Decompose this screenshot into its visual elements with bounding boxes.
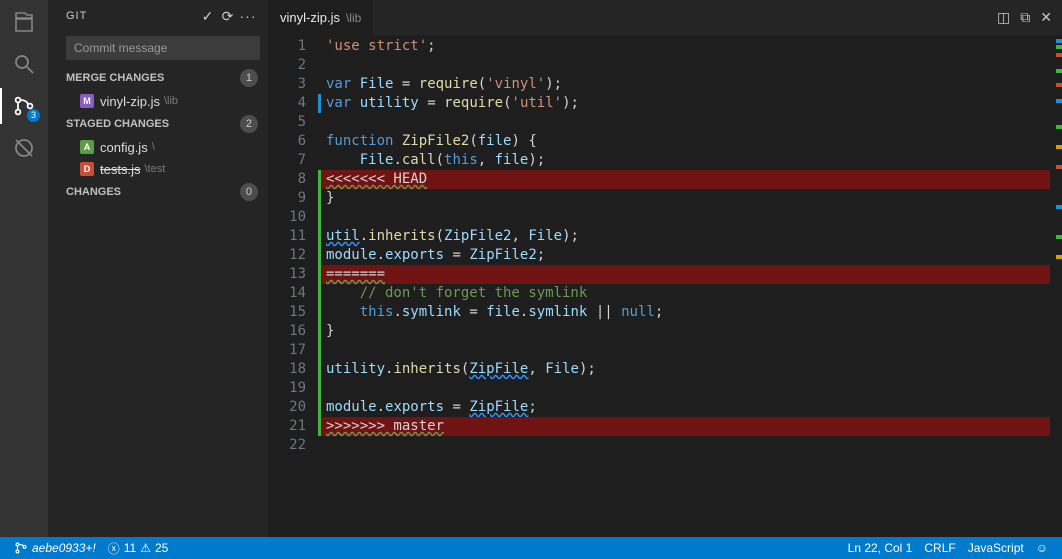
commit-icon[interactable]: ✓ <box>198 8 218 25</box>
count-badge: 0 <box>240 183 258 201</box>
commit-input[interactable] <box>66 36 260 60</box>
file-detail: \lib <box>164 95 178 107</box>
code-line[interactable]: File.call(this, file); <box>318 151 1050 170</box>
tab-filename: vinyl-zip.js <box>280 10 340 25</box>
status-chip: A <box>80 140 94 154</box>
status-cursor[interactable]: Ln 22, Col 1 <box>842 537 919 559</box>
file-detail: \ <box>152 141 155 153</box>
overview-ruler[interactable] <box>1050 35 1062 537</box>
error-icon: ⓧ <box>108 540 120 557</box>
count-badge: 1 <box>240 69 258 87</box>
code-line[interactable]: utility.inherits(ZipFile, File); <box>318 360 1050 379</box>
status-problems[interactable]: ⓧ11 ⚠25 <box>102 537 175 559</box>
file-name: tests.js <box>100 162 140 177</box>
status-bar: aebe0933+! ⓧ11 ⚠25 Ln 22, Col 1 CRLF Jav… <box>0 537 1062 559</box>
code-line[interactable]: } <box>318 189 1050 208</box>
file-row[interactable]: Dtests.js \test <box>48 158 268 180</box>
debug-icon[interactable] <box>10 134 38 162</box>
editor-actions: ◫ ⧉ ✕ <box>987 0 1062 35</box>
code-line[interactable]: this.symlink = file.symlink || null; <box>318 303 1050 322</box>
code-line[interactable]: // don't forget the symlink <box>318 284 1050 303</box>
scm-badge: 3 <box>27 109 40 122</box>
status-language[interactable]: JavaScript <box>962 537 1030 559</box>
status-feedback-icon[interactable]: ☺ <box>1030 537 1054 559</box>
code-content[interactable]: 'use strict'; var File = require('vinyl')… <box>316 35 1050 537</box>
sidebar: GIT ✓ ⟳ ··· MERGE CHANGES 1 Mvinyl-zip.j… <box>48 0 268 537</box>
file-detail: \test <box>144 163 165 175</box>
code-line[interactable]: >>>>>>> master <box>318 417 1050 436</box>
warning-icon: ⚠ <box>140 541 151 555</box>
refresh-icon[interactable]: ⟳ <box>218 8 238 25</box>
code-line[interactable]: var File = require('vinyl'); <box>318 75 1050 94</box>
code-line[interactable] <box>318 113 1050 132</box>
code-line[interactable]: <<<<<<< HEAD <box>318 170 1050 189</box>
file-name: vinyl-zip.js <box>100 94 160 109</box>
file-name: config.js <box>100 140 148 155</box>
count-badge: 2 <box>240 115 258 133</box>
editor: vinyl-zip.js \lib ◫ ⧉ ✕ 1234567891011121… <box>268 0 1062 537</box>
code-line[interactable] <box>318 56 1050 75</box>
scm-icon[interactable]: 3 <box>10 92 38 120</box>
code-line[interactable]: ======= <box>318 265 1050 284</box>
explorer-icon[interactable] <box>10 8 38 36</box>
code-line[interactable]: } <box>318 322 1050 341</box>
tab-detail: \lib <box>346 11 361 25</box>
section-merge-changes[interactable]: MERGE CHANGES 1 <box>48 66 268 90</box>
search-icon[interactable] <box>10 50 38 78</box>
line-gutter: 12345678910111213141516171819202122 <box>268 35 316 537</box>
code-line[interactable] <box>318 436 1050 455</box>
status-eol[interactable]: CRLF <box>918 537 961 559</box>
code-area[interactable]: 12345678910111213141516171819202122 'use… <box>268 35 1062 537</box>
tab-active[interactable]: vinyl-zip.js \lib <box>268 0 373 35</box>
file-row[interactable]: Aconfig.js \ <box>48 136 268 158</box>
code-line[interactable]: var utility = require('util'); <box>318 94 1050 113</box>
commit-input-wrap <box>66 36 260 60</box>
status-chip: M <box>80 94 94 108</box>
tab-bar: vinyl-zip.js \lib ◫ ⧉ ✕ <box>268 0 1062 35</box>
code-line[interactable]: function ZipFile2(file) { <box>318 132 1050 151</box>
file-row[interactable]: Mvinyl-zip.js \lib <box>48 90 268 112</box>
code-line[interactable] <box>318 341 1050 360</box>
status-chip: D <box>80 162 94 176</box>
close-icon[interactable]: ✕ <box>1040 9 1052 26</box>
activity-bar: 3 <box>0 0 48 537</box>
code-line[interactable] <box>318 379 1050 398</box>
code-line[interactable]: util.inherits(ZipFile2, File); <box>318 227 1050 246</box>
code-line[interactable] <box>318 208 1050 227</box>
more-icon[interactable]: ··· <box>238 8 258 24</box>
split-editor-icon[interactable]: ◫ <box>997 9 1010 26</box>
section-staged-changes[interactable]: STAGED CHANGES 2 <box>48 112 268 136</box>
status-branch[interactable]: aebe0933+! <box>8 537 102 559</box>
code-line[interactable]: 'use strict'; <box>318 37 1050 56</box>
section-changes[interactable]: CHANGES 0 <box>48 180 268 204</box>
code-line[interactable]: module.exports = ZipFile; <box>318 398 1050 417</box>
sidebar-title: GIT <box>66 10 198 22</box>
code-line[interactable]: module.exports = ZipFile2; <box>318 246 1050 265</box>
sidebar-header: GIT ✓ ⟳ ··· <box>48 0 268 32</box>
open-changes-icon[interactable]: ⧉ <box>1020 9 1030 26</box>
